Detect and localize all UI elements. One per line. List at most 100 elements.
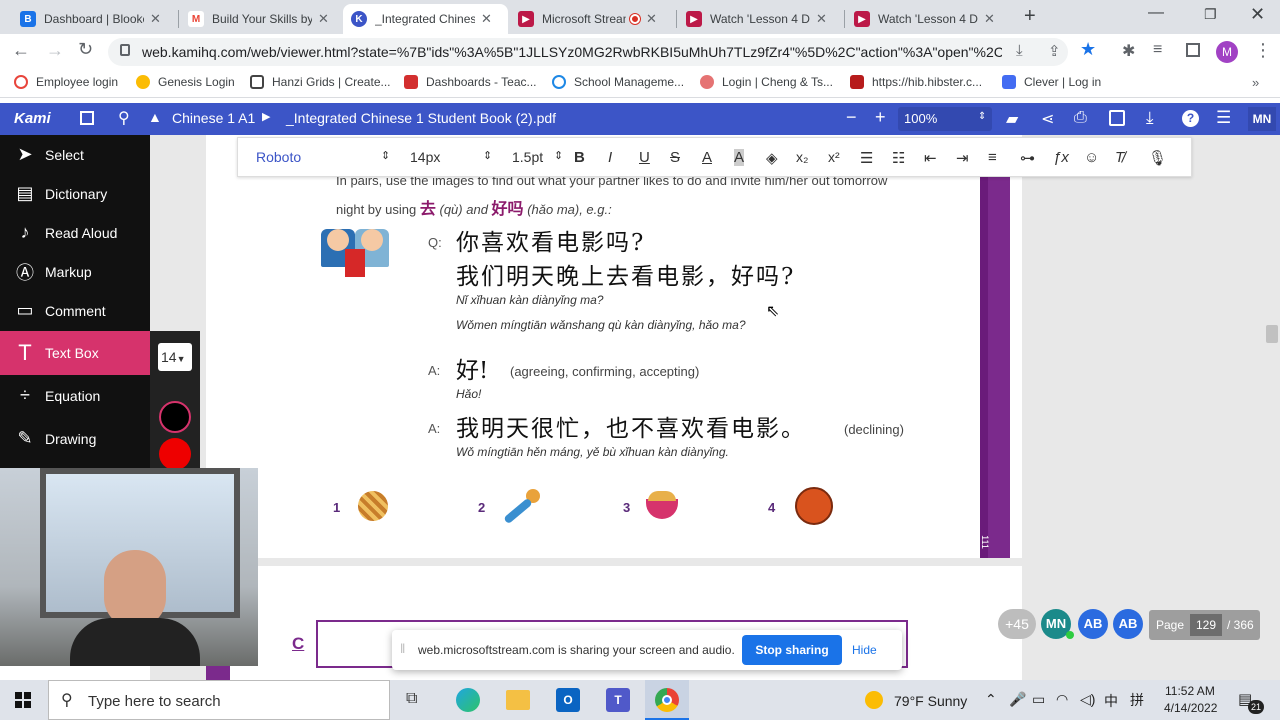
close-icon[interactable]: ✕: [816, 11, 827, 27]
task-view-icon[interactable]: ⧉: [406, 690, 417, 708]
font-size-dropdown[interactable]: 14▼: [158, 343, 192, 371]
minimize-icon[interactable]: —: [1148, 4, 1164, 22]
align-icon[interactable]: ≡: [988, 149, 997, 166]
italic-icon[interactable]: I: [608, 149, 612, 166]
numbered-list-icon[interactable]: ☰: [860, 149, 873, 167]
search-icon[interactable]: ⚲: [118, 108, 130, 128]
collaborator-avatar[interactable]: AB: [1078, 609, 1108, 639]
tab-watch-lesson-1[interactable]: ▶ Watch 'Lesson 4 Di ✕: [678, 4, 844, 34]
forward-icon[interactable]: →: [46, 40, 64, 61]
wifi-icon[interactable]: ◠: [1056, 691, 1068, 708]
microphone-icon[interactable]: 🎙: [1148, 149, 1167, 167]
bookmark-hanzi-grids[interactable]: Hanzi Grids | Create...: [250, 75, 391, 89]
indent-icon[interactable]: ⇥: [956, 149, 969, 167]
teams-icon[interactable]: T: [606, 688, 630, 712]
sun-weather-icon[interactable]: [865, 691, 883, 709]
bookmark-clever[interactable]: Clever | Log in: [1002, 75, 1101, 89]
breadcrumb-folder[interactable]: Chinese 1 A1: [172, 110, 255, 126]
bookmark-employee-login[interactable]: Employee login: [14, 75, 118, 89]
tool-markup[interactable]: Ⓐ Markup: [0, 252, 150, 291]
tool-read-aloud[interactable]: ♪ Read Aloud: [0, 213, 150, 252]
tool-equation[interactable]: ÷ Equation: [0, 376, 150, 415]
share-icon[interactable]: ⇪: [1048, 42, 1061, 60]
scrollbar-thumb[interactable]: [1266, 325, 1278, 343]
more-collaborators-badge[interactable]: +45: [998, 609, 1036, 639]
tab-watch-lesson-2[interactable]: ▶ Watch 'Lesson 4 Di ✕: [846, 4, 1012, 34]
taskbar-search-box[interactable]: ⚲ Type here to search: [48, 680, 390, 720]
link-icon[interactable]: ⊶: [1020, 149, 1035, 167]
emoji-icon[interactable]: ☺: [1084, 149, 1099, 166]
hamburger-menu-icon[interactable]: ☰: [1216, 108, 1231, 128]
font-family-select[interactable]: Roboto: [256, 149, 301, 165]
font-size-select[interactable]: 14px: [410, 149, 440, 165]
clear-format-icon[interactable]: T̸: [1115, 149, 1124, 166]
tab-gmail[interactable]: M Build Your Skills by ✕: [180, 4, 342, 34]
bookmark-school-management[interactable]: School Manageme...: [552, 75, 684, 89]
back-icon[interactable]: ←: [12, 40, 30, 61]
tool-select[interactable]: ➤ Select: [0, 135, 150, 174]
zoom-out-icon[interactable]: −: [846, 107, 857, 128]
bookmark-genesis[interactable]: Genesis Login: [136, 75, 235, 89]
save-icon[interactable]: [1109, 110, 1125, 126]
restore-icon[interactable]: ❐: [1204, 6, 1217, 23]
color-swatch-black[interactable]: [159, 401, 191, 433]
lock-icon[interactable]: [120, 44, 130, 56]
bookmark-hibster[interactable]: https://hib.hibster.c...: [850, 75, 982, 89]
chevron-up-icon[interactable]: ⌃: [985, 691, 997, 708]
menu-icon[interactable]: ⋮: [1254, 40, 1272, 61]
underline-icon[interactable]: U: [639, 149, 650, 166]
bold-icon[interactable]: B: [574, 149, 585, 166]
hide-button[interactable]: Hide: [852, 643, 877, 657]
subscript-icon[interactable]: x₂: [796, 149, 808, 165]
more-bookmarks-icon[interactable]: »: [1252, 75, 1259, 90]
user-avatar[interactable]: MN: [1248, 107, 1276, 131]
line-height-select[interactable]: 1.5pt: [512, 149, 543, 165]
outlook-icon[interactable]: O: [556, 688, 580, 712]
collaborator-avatar[interactable]: AB: [1113, 609, 1143, 639]
ime-mode-icon[interactable]: 拼: [1130, 690, 1144, 710]
drag-handle-icon[interactable]: ‖: [400, 641, 405, 656]
zoom-select[interactable]: 100% ⇕: [898, 107, 992, 131]
tool-dictionary[interactable]: ▤ Dictionary: [0, 174, 150, 213]
print-icon[interactable]: ⎙: [1074, 109, 1087, 127]
reload-icon[interactable]: ↻: [78, 39, 93, 60]
help-icon[interactable]: ?: [1182, 110, 1199, 127]
highlight-icon[interactable]: A: [734, 149, 745, 166]
edge-icon[interactable]: [456, 688, 480, 712]
battery-icon[interactable]: ▭: [1032, 691, 1045, 708]
window-close-icon[interactable]: ✕: [1250, 4, 1265, 25]
windows-start-icon[interactable]: [15, 692, 31, 708]
kami-logo[interactable]: Kami: [14, 110, 51, 127]
chrome-taskbar-active[interactable]: [645, 680, 689, 720]
zoom-in-icon[interactable]: +: [875, 107, 886, 128]
fill-color-icon[interactable]: ◈: [766, 149, 778, 167]
install-icon[interactable]: ⤓: [1016, 42, 1023, 59]
tool-text-box[interactable]: T Text Box: [0, 331, 150, 375]
outdent-icon[interactable]: ⇤: [924, 149, 937, 167]
media-icon[interactable]: ≡: [1153, 41, 1162, 59]
strikethrough-icon[interactable]: S: [670, 149, 680, 166]
folder-icon[interactable]: ▰: [1006, 109, 1018, 129]
tool-comment[interactable]: ▭ Comment: [0, 291, 150, 330]
close-icon[interactable]: ✕: [481, 11, 492, 27]
formula-icon[interactable]: ƒx: [1053, 149, 1069, 166]
text-color-icon[interactable]: A: [702, 149, 712, 166]
url-bar[interactable]: web.kamihq.com/web/viewer.html?state=%7B…: [108, 38, 1068, 66]
file-explorer-icon[interactable]: [506, 690, 530, 710]
file-name[interactable]: _Integrated Chinese 1 Student Book (2).p…: [286, 110, 556, 126]
tab-blooket[interactable]: B Dashboard | Blooket ✕: [12, 4, 178, 34]
extensions-icon[interactable]: ✱: [1122, 41, 1135, 61]
ime-indicator[interactable]: 中: [1104, 691, 1118, 711]
bulleted-list-icon[interactable]: ☷: [892, 149, 905, 167]
sidepanel-icon[interactable]: [1186, 43, 1200, 57]
clock-time[interactable]: 11:52 AM: [1165, 684, 1215, 698]
microphone-tray-icon[interactable]: 🎤: [1009, 691, 1026, 708]
bookmark-star-icon[interactable]: ★: [1080, 39, 1096, 60]
profile-avatar[interactable]: M: [1216, 41, 1238, 63]
clock-date[interactable]: 4/14/2022: [1164, 701, 1217, 715]
share-icon[interactable]: ⋖: [1041, 109, 1054, 129]
close-icon[interactable]: ✕: [318, 11, 329, 27]
new-tab-icon[interactable]: +: [1024, 5, 1036, 28]
weather-text[interactable]: 79°F Sunny: [894, 693, 967, 709]
sidebar-toggle-icon[interactable]: [80, 111, 94, 125]
